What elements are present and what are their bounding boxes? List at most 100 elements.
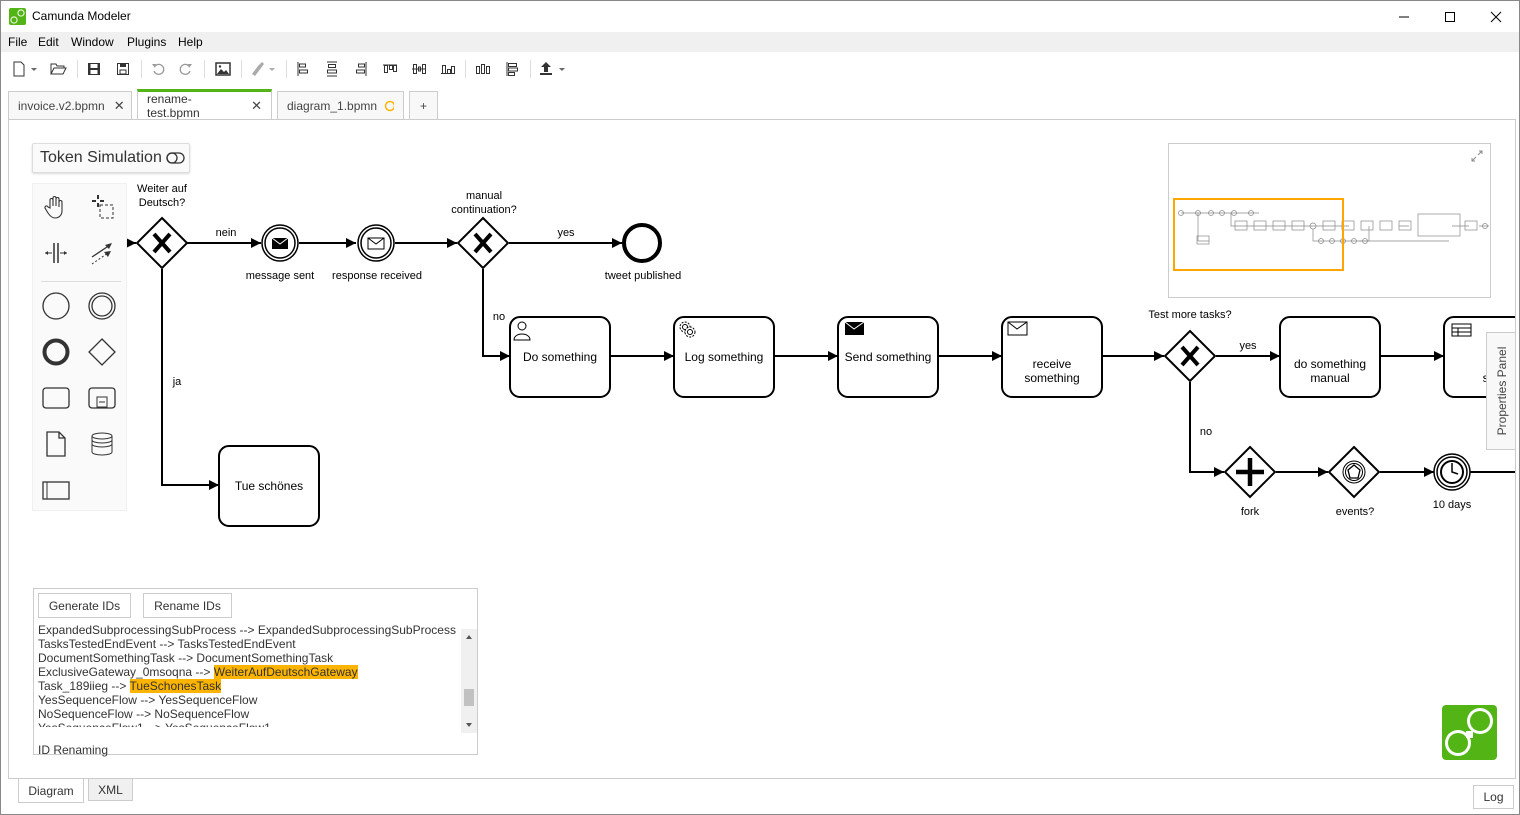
open-file-button[interactable] [49,59,69,79]
flow-label-yes: yes [557,227,575,239]
diagram-canvas[interactable]: Weiter auf Deutsch? nein ja message sent … [8,119,1516,779]
tab-xml-view[interactable]: XML [88,779,133,801]
collapse-minimap-icon[interactable] [1471,150,1483,162]
sequence-flow[interactable] [161,269,219,490]
maximize-icon [1445,11,1455,22]
event-based-gateway[interactable] [1327,445,1381,499]
deploy-button[interactable] [539,59,567,79]
parallel-gateway[interactable] [1223,445,1277,499]
create-end-event[interactable] [38,334,74,370]
align-right-icon [356,62,367,76]
create-start-event[interactable] [38,288,74,324]
tab-invoice[interactable]: invoice.v2.bpmn ✕ [8,91,132,119]
align-bottom-button[interactable] [439,59,457,79]
properties-panel-toggle[interactable]: Properties Panel [1486,332,1515,450]
message-catch-event[interactable] [357,224,395,262]
scrollbar[interactable] [461,629,477,733]
end-event-icon [42,338,70,366]
align-top-button[interactable] [381,59,399,79]
color-picker-button[interactable] [249,59,277,79]
lasso-tool[interactable] [84,189,120,225]
export-image-button[interactable] [213,59,233,79]
minimize-button[interactable] [1381,1,1427,32]
align-center-button[interactable] [324,59,340,79]
maximize-button[interactable] [1427,1,1473,32]
toolbar-separator [530,60,531,78]
create-data-store[interactable] [84,426,120,462]
new-tab-button[interactable]: + [409,91,438,119]
undo-button[interactable] [149,59,167,79]
tab-diagram-1[interactable]: diagram_1.bpmn [277,91,404,119]
rename-line-highlighted: ExclusiveGateway_0msoqna --> WeiterAufDe… [38,665,358,679]
scrollbar-graphic [464,635,474,727]
toolbar-separator [141,60,142,78]
tab-rename-test[interactable]: rename-test.bpmn ✕ [137,89,272,120]
close-window-button[interactable] [1473,1,1519,32]
space-tool[interactable] [38,235,74,271]
distribute-horizontal-button[interactable] [474,59,492,79]
view-tabs: Diagram XML Log [1,779,1519,815]
new-file-button[interactable] [10,59,40,79]
gateway-label: Weiter auf Deutsch? [137,183,188,209]
create-pool[interactable] [38,472,74,508]
task-icon [42,387,70,409]
data-store-icon [91,432,113,456]
window-title: Camunda Modeler [32,9,131,23]
menu-plugins[interactable]: Plugins [127,35,166,49]
menu-window[interactable]: Window [71,35,114,49]
align-middle-button[interactable] [410,59,428,79]
title-bar: Camunda Modeler [1,1,1519,32]
global-connect-tool[interactable] [84,235,120,271]
hand-tool[interactable] [38,189,74,225]
menu-file[interactable]: File [8,35,27,49]
rename-line: DocumentSomethingTask --> DocumentSometh… [38,651,334,665]
menu-edit[interactable]: Edit [38,35,59,49]
gateway-label: manual continuation? [451,190,516,216]
message-throw-event[interactable] [261,224,299,262]
task-label: Log something [685,350,764,364]
camunda-app-icon [9,8,26,25]
tab-label: diagram_1.bpmn [287,98,378,113]
close-tab-icon[interactable]: ✕ [251,98,262,114]
menu-help[interactable]: Help [178,35,203,49]
align-left-button[interactable] [295,59,311,79]
create-task[interactable] [38,380,74,416]
minimap-viewport[interactable] [1173,198,1344,271]
create-gateway[interactable] [84,334,120,370]
rename-line: TasksTestedEndEvent --> TasksTestedEndEv… [38,637,296,651]
generate-ids-button[interactable]: Generate IDs [38,593,131,618]
create-subprocess[interactable] [84,380,120,416]
exclusive-gateway[interactable] [456,216,510,270]
unsaved-indicator-icon[interactable] [384,100,394,112]
align-center-icon [327,61,337,77]
distribute-vertical-button[interactable] [503,59,521,79]
toolbar [1,55,1519,83]
save-icon [88,63,100,75]
event-label: response received [332,270,422,282]
redo-button[interactable] [177,59,195,79]
envelope-filled-icon [844,321,865,335]
create-data-object[interactable] [38,426,74,462]
redo-icon [179,63,192,75]
subprocess-icon [88,387,116,409]
timer-event[interactable] [1433,453,1471,491]
align-right-button[interactable] [353,59,369,79]
token-simulation-toggle[interactable]: Token Simulation [32,143,190,173]
flow-label-no: no [493,311,505,323]
save-as-button[interactable] [114,59,132,79]
rename-log-list[interactable]: ExpandedSubprocessingSubProcess --> Expa… [38,623,460,727]
end-event[interactable] [622,223,662,263]
exclusive-gateway[interactable] [135,216,189,270]
log-button[interactable]: Log [1473,785,1514,809]
save-button[interactable] [85,59,103,79]
rename-ids-button[interactable]: Rename IDs [143,593,232,618]
plus-label: + [419,98,427,113]
tab-diagram-view[interactable]: Diagram [18,779,84,803]
exclusive-gateway[interactable] [1163,329,1217,383]
tool-palette [32,183,127,511]
create-intermediate-event[interactable] [84,288,120,324]
minimap[interactable] [1168,143,1491,298]
event-label: 10 days [1433,499,1472,511]
toolbar-separator [241,60,242,78]
close-tab-icon[interactable]: ✕ [114,98,125,114]
